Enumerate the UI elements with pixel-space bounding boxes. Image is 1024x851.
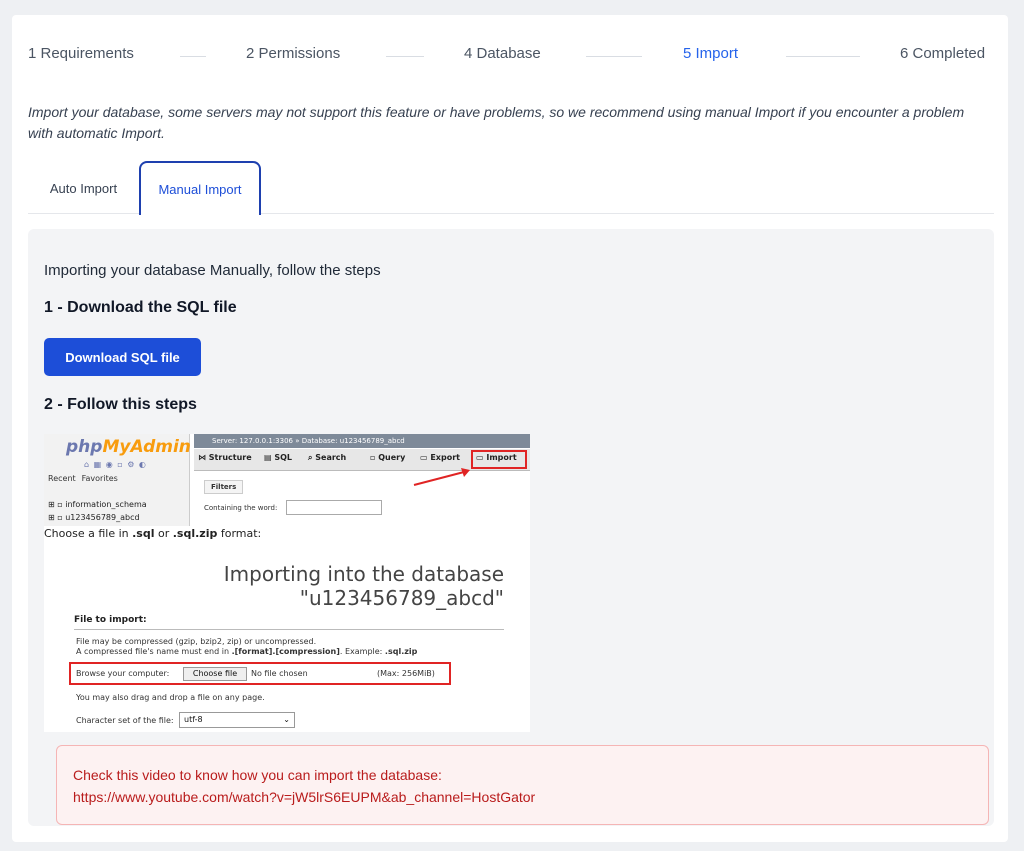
step-permissions[interactable]: 2 Permissions (246, 45, 340, 62)
step-divider (386, 56, 424, 57)
pma-nav-search: ⌕ Search (308, 453, 347, 462)
pma-side-tabs: Recent Favorites (48, 474, 118, 483)
step-database[interactable]: 4 Database (464, 45, 541, 62)
step-divider (180, 56, 206, 57)
installer-card: 1 Requirements 2 Permissions 4 Database … (12, 15, 1008, 842)
tab-manual-import[interactable]: Manual Import (139, 161, 261, 215)
chevron-down-icon: ⌄ (283, 715, 290, 724)
file-to-import-heading: File to import: (74, 615, 504, 630)
alert-text: Check this video to know how you can imp… (73, 764, 535, 808)
pma-nav-query: ▫ Query (370, 453, 406, 462)
phpmyadmin-instruction-image: phpMyAdmin ⌂ ▦ ◉ ▫ ⚙ ◐ Recent Favorites ⊞… (44, 434, 530, 732)
step-divider (586, 56, 642, 57)
arrow-icon (413, 468, 470, 486)
step1-heading: 1 - Download the SQL file (44, 299, 237, 316)
charset-select: utf-8 ⌄ (179, 712, 295, 728)
tab-auto-import[interactable]: Auto Import (28, 161, 139, 215)
step-requirements[interactable]: 1 Requirements (28, 45, 134, 62)
pma-server-bar: Server: 127.0.0.1:3306 » Database: u1234… (194, 434, 530, 448)
no-file-chosen-text: No file chosen (251, 669, 308, 678)
alert-line: Check this video to know how you can imp… (73, 767, 442, 783)
charset-label: Character set of the file: (76, 716, 174, 725)
step-completed[interactable]: 6 Completed (900, 45, 985, 62)
download-sql-button[interactable]: Download SQL file (44, 338, 201, 376)
max-size-text: (Max: 256MiB) (377, 669, 435, 678)
video-link[interactable]: https://www.youtube.com/watch?v=jW5lrS6E… (73, 786, 535, 808)
import-into-title: Importing into the database "u123456789_… (223, 562, 504, 610)
pma-database-tree: ⊞ ▫ information_schema ⊞ ▫ u123456789_ab… (48, 500, 147, 522)
import-highlight-box (471, 450, 527, 469)
choose-format-text: Choose a file in .sql or .sql.zip format… (44, 527, 262, 540)
video-help-alert: Check this video to know how you can imp… (56, 745, 989, 825)
manual-import-panel: Importing your database Manually, follow… (28, 229, 994, 826)
step-import[interactable]: 5 Import (683, 45, 738, 62)
step2-heading: 2 - Follow this steps (44, 396, 197, 413)
pma-toolbar-icons: ⌂ ▦ ◉ ▫ ⚙ ◐ (84, 460, 147, 469)
pma-filters-label: Filters (204, 480, 244, 494)
import-tabs: Auto Import Manual Import (28, 161, 994, 215)
stepper: 1 Requirements 2 Permissions 4 Database … (28, 45, 998, 69)
pma-containing-input (286, 500, 382, 515)
choose-file-button: Choose file (183, 667, 247, 681)
pma-containing-label: Containing the word: (204, 504, 278, 512)
file-description: File may be compressed (gzip, bzip2, zip… (76, 637, 418, 656)
pma-sidebar: phpMyAdmin ⌂ ▦ ◉ ▫ ⚙ ◐ Recent Favorites ⊞… (44, 434, 191, 526)
panel-intro-text: Importing your database Manually, follow… (44, 262, 381, 279)
browse-label: Browse your computer: (76, 669, 170, 678)
phpmyadmin-logo: phpMyAdmin (66, 437, 191, 457)
pma-nav-structure: ⋈ Structure (198, 453, 252, 462)
step-divider (786, 56, 860, 57)
pma-nav-export: ▭ Export (420, 453, 460, 462)
import-intro-text: Import your database, some servers may n… (28, 104, 965, 141)
drag-drop-text: You may also drag and drop a file on any… (76, 693, 265, 702)
pma-nav-sql: ▤ SQL (264, 453, 293, 462)
